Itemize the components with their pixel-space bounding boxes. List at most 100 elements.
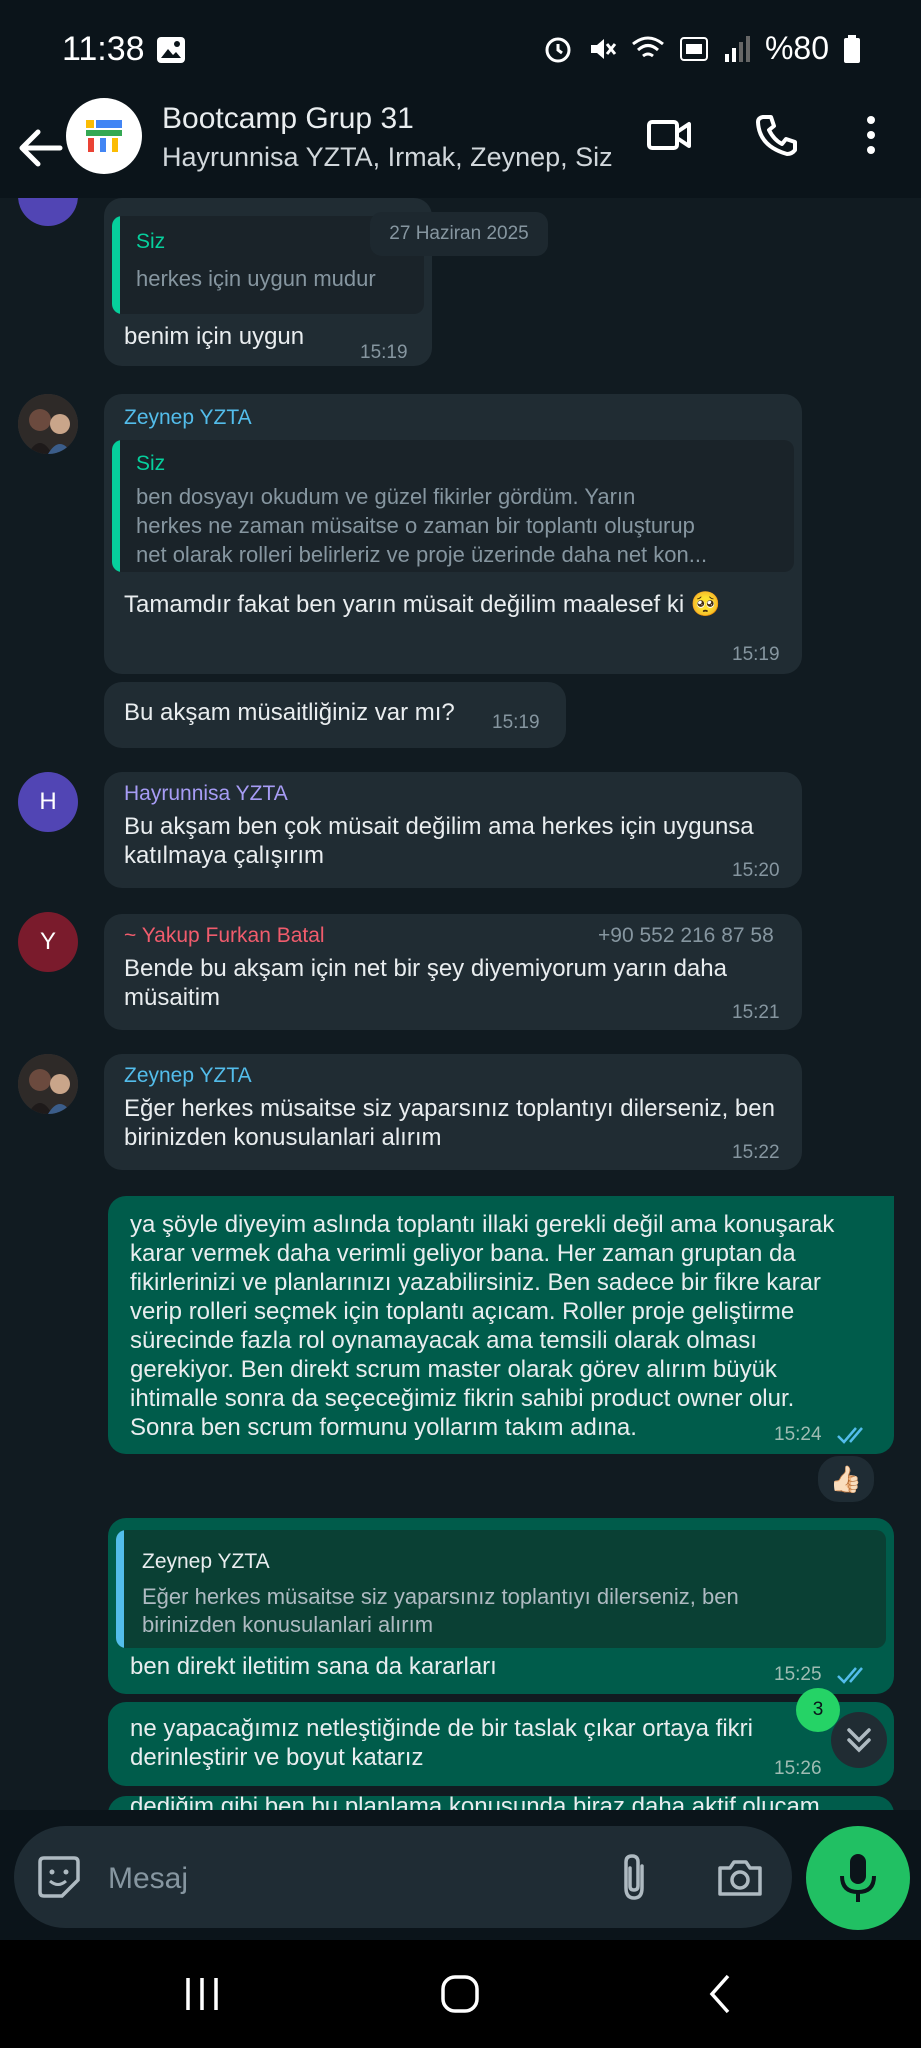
quote-bar: [112, 216, 120, 314]
message-text: Tamamdır fakat ben yarın müsait değilim …: [124, 591, 721, 618]
message-bubble[interactable]: Zeynep YZTA Eğer herkes müsaitse siz yap…: [104, 1054, 802, 1170]
quote-bar: [116, 1530, 124, 1648]
read-ticks-icon: [837, 1667, 863, 1684]
sticker-icon[interactable]: [36, 1854, 82, 1900]
message-text-line: fikirlerinizi ve planlarınızı yazabilirs…: [130, 1269, 821, 1296]
sender-name[interactable]: Zeynep YZTA: [124, 406, 252, 430]
avatar[interactable]: H: [18, 772, 78, 832]
message-bubble[interactable]: Bu akşam müsaitliğiniz var mı? 15:19: [104, 682, 566, 748]
sender-name[interactable]: Zeynep YZTA: [124, 1064, 252, 1088]
quote-text-line: birinizden konusulanlari alırım: [142, 1612, 434, 1637]
message-bubble[interactable]: Hayrunnisa YZTA Bu akşam ben çok müsait …: [104, 772, 802, 888]
video-call-icon[interactable]: [646, 112, 692, 158]
avatar[interactable]: [18, 394, 78, 454]
message-text-line: ihtimalle sonra da seçeceğimiz fikrin sa…: [130, 1385, 795, 1412]
sender-name[interactable]: ~ Yakup Furkan Batal: [124, 924, 325, 948]
camera-icon[interactable]: [716, 1854, 764, 1900]
message-time: 15:19: [732, 644, 780, 665]
microphone-icon: [840, 1854, 876, 1902]
message-text-line: Bende bu akşam için net bir şey diyemiyo…: [124, 955, 727, 982]
quote-text-line: Eğer herkes müsaitse siz yaparsınız topl…: [142, 1584, 739, 1609]
message-bubble-outgoing[interactable]: ne yapacağımız netleştiğinde de bir tasl…: [108, 1702, 894, 1786]
message-text: ben direkt iletitim sana da kararları: [130, 1653, 497, 1680]
quote-sender: Siz: [136, 452, 166, 475]
group-avatar[interactable]: [66, 98, 142, 174]
message-text-line: Bu akşam ben çok müsait değilim ama herk…: [124, 813, 754, 840]
message-text-line: ne yapacağımız netleştiğinde de bir tasl…: [130, 1715, 753, 1742]
group-title[interactable]: Bootcamp Grup 31: [162, 102, 414, 136]
message-time: 15:19: [492, 712, 540, 733]
sender-name[interactable]: Hayrunnisa YZTA: [124, 782, 288, 806]
message-text-line: sürecinde fazla rol oynamayacak ama tems…: [130, 1327, 757, 1354]
status-time: 11:38: [62, 30, 145, 68]
message-bubble[interactable]: Zeynep YZTA Siz ben dosyayı okudum ve gü…: [104, 394, 802, 674]
message-text: Bu akşam müsaitliğiniz var mı?: [124, 699, 455, 726]
quote-bar: [112, 440, 120, 572]
message-text: benim için uygun: [124, 323, 305, 350]
message-text-line: gerekiyor. Ben direkt scrum master olara…: [130, 1356, 777, 1383]
group-logo-icon: [86, 120, 122, 152]
message-placeholder[interactable]: Mesaj: [108, 1862, 188, 1896]
voice-message-button[interactable]: [806, 1826, 910, 1930]
group-members[interactable]: Hayrunnisa YZTA, Irmak, Zeynep, Siz: [162, 142, 613, 173]
message-text-line: derinleştirir ve boyut katarız: [130, 1744, 424, 1771]
message-bubble[interactable]: ~ Yakup Furkan Batal +90 552 216 87 58 B…: [104, 914, 802, 1030]
message-text-line: ya şöyle diyeyim aslında toplantı illaki…: [130, 1211, 835, 1238]
quote-text: herkes için uygun mudur: [136, 266, 376, 291]
sender-phone[interactable]: +90 552 216 87 58: [598, 924, 774, 948]
message-text-line: Sonra ben scrum formunu yollarım takım a…: [130, 1414, 637, 1441]
message-time: 15:26: [774, 1758, 822, 1779]
message-time: 15:20: [732, 860, 780, 881]
message-time: 15:19: [360, 342, 408, 363]
mute-icon: [590, 38, 617, 59]
reaction-badge[interactable]: 👍🏻: [816, 1454, 876, 1504]
message-text-line: müsaitim: [124, 984, 221, 1011]
quote-text-line: ben dosyayı okudum ve güzel fikirler gör…: [136, 484, 636, 509]
message-text-line: Eğer herkes müsaitse siz yaparsınız topl…: [124, 1095, 775, 1122]
attach-icon[interactable]: [614, 1852, 654, 1902]
quoted-message[interactable]: Zeynep YZTA Eğer herkes müsaitse siz yap…: [116, 1530, 886, 1648]
message-text-line: katılmaya çalışırım: [124, 842, 325, 869]
read-ticks-icon: [837, 1427, 863, 1444]
message-text-line: birinizden konusulanlari alırım: [124, 1124, 442, 1151]
quoted-message[interactable]: Siz ben dosyayı okudum ve güzel fikirler…: [112, 440, 794, 572]
message-text-line: karar vermek daha verimli geliyor bana. …: [130, 1240, 796, 1267]
chat-area[interactable]: Siz herkes için uygun mudur benim için u…: [0, 198, 921, 1810]
date-chip: 27 Haziran 2025: [370, 212, 548, 256]
recent-apps-icon[interactable]: [180, 1974, 224, 2014]
avatar[interactable]: [18, 198, 78, 226]
message-text-line: verip rolleri seçmek için toplantı açıca…: [130, 1298, 795, 1325]
message-bubble-outgoing[interactable]: ya şöyle diyeyim aslında toplantı illaki…: [108, 1196, 894, 1454]
status-icons: %80: [543, 30, 861, 67]
battery-percent: %80: [764, 30, 829, 66]
quote-sender: Siz: [136, 230, 166, 253]
message-time: 15:22: [732, 1142, 780, 1163]
wifi-icon: [632, 36, 664, 57]
gallery-icon: [157, 37, 185, 63]
user-photo-icon: [18, 1054, 78, 1114]
more-options-icon[interactable]: [856, 112, 886, 158]
message-text: dediğim gibi ben bu planlama konusunda b…: [130, 1796, 820, 1810]
voice-call-icon[interactable]: [754, 112, 800, 158]
home-icon[interactable]: [438, 1972, 482, 2016]
message-bubble-outgoing[interactable]: dediğim gibi ben bu planlama konusunda b…: [108, 1796, 894, 1810]
double-chevron-down-icon: [847, 1728, 871, 1753]
avatar[interactable]: [18, 1054, 78, 1114]
signal-icon: [724, 35, 750, 62]
message-bubble-outgoing[interactable]: Zeynep YZTA Eğer herkes müsaitse siz yap…: [108, 1518, 894, 1694]
quote-text-line: herkes ne zaman müsaitse o zaman bir top…: [136, 513, 695, 538]
status-bar: 11:38 %80: [0, 0, 921, 100]
back-nav-icon[interactable]: [700, 1972, 740, 2016]
battery-icon: [844, 34, 860, 63]
avatar[interactable]: Y: [18, 912, 78, 972]
quote-text-line: net olarak rolleri belirleriz ve proje ü…: [136, 542, 708, 567]
back-arrow-icon[interactable]: [16, 118, 66, 178]
alarm-icon: [545, 37, 571, 62]
quote-sender: Zeynep YZTA: [142, 1550, 270, 1573]
scroll-down-button[interactable]: [831, 1712, 887, 1768]
message-time: 15:21: [732, 1002, 780, 1023]
system-nav-bar: [0, 1940, 921, 2048]
message-time: 15:25: [774, 1664, 822, 1685]
message-time: 15:24: [774, 1424, 822, 1445]
volte-icon: [679, 36, 708, 61]
